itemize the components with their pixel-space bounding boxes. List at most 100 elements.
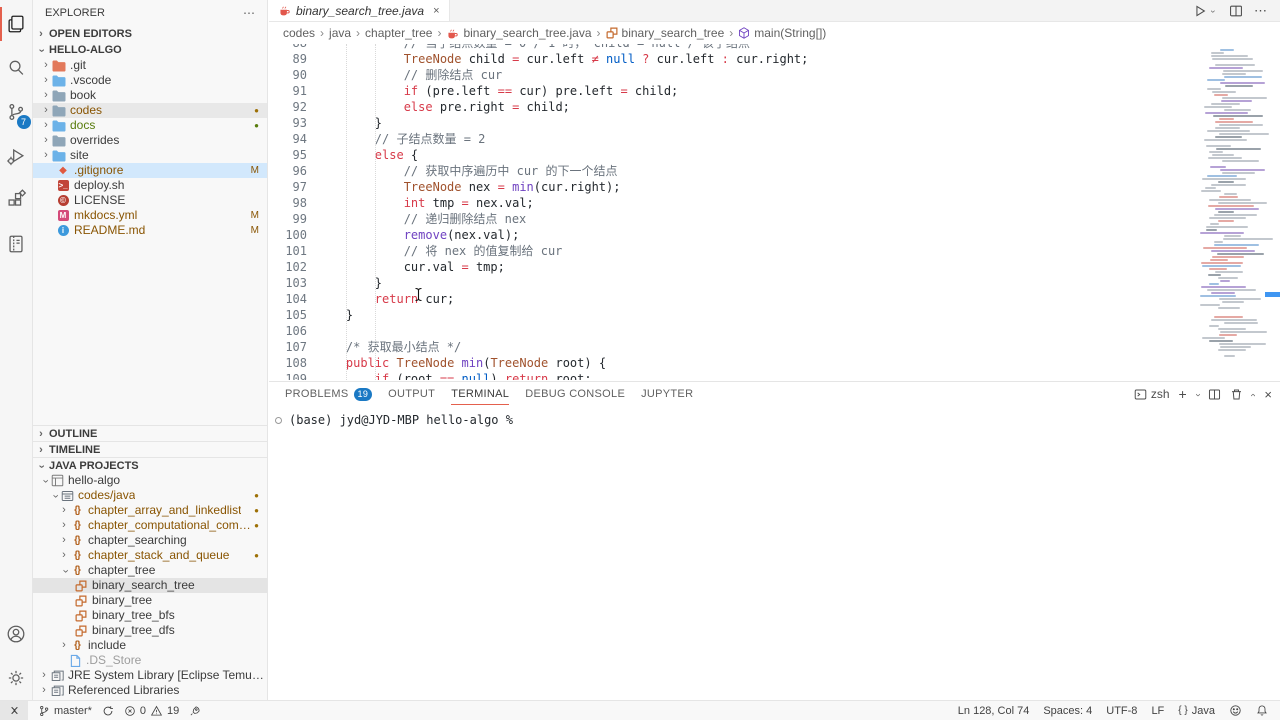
- remote-indicator[interactable]: [0, 701, 28, 720]
- java-projects-item-binary-tree-bfs[interactable]: binary_tree_bfs: [33, 608, 267, 623]
- explorer-more-actions-icon[interactable]: ⋯: [243, 6, 255, 20]
- explorer-item-mkdocs-yml[interactable]: Mmkdocs.ymlM: [33, 208, 267, 223]
- indentation-status[interactable]: Spaces: 4: [1043, 705, 1092, 717]
- search-view-icon[interactable]: [0, 46, 33, 90]
- code-line[interactable]: 98 int tmp = nex.val;: [269, 195, 1280, 211]
- breadcrumb-item[interactable]: binary_search_tree.java: [446, 26, 591, 40]
- cursor-position[interactable]: Ln 128, Col 74: [958, 705, 1030, 717]
- explorer-item-site[interactable]: ›site: [33, 148, 267, 163]
- maximize-panel-chevron-icon[interactable]: ›: [1248, 393, 1259, 396]
- panel-tab-problems[interactable]: PROBLEMS19: [285, 382, 372, 406]
- launch-status[interactable]: [189, 705, 201, 717]
- notebook-view-icon[interactable]: [0, 222, 33, 266]
- terminal-content[interactable]: (base) jyd@JYD-MBP hello-algo %: [269, 406, 1280, 427]
- code-editor[interactable]: 88 // 当子结点数量 = 0 / 1 时， child = null / 该…: [269, 44, 1280, 380]
- tab-close-icon[interactable]: ×: [433, 5, 439, 17]
- run-debug-view-icon[interactable]: [0, 134, 33, 178]
- language-mode[interactable]: { } Java: [1178, 705, 1215, 717]
- panel-tab-terminal[interactable]: TERMINAL: [451, 382, 509, 406]
- code-line[interactable]: 107 /* 获取最小结点 */: [269, 339, 1280, 355]
- code-line[interactable]: 108 public TreeNode min(TreeNode root) {: [269, 355, 1280, 371]
- explorer-item-deploy-sh[interactable]: >_deploy.sh: [33, 178, 267, 193]
- explorer-item-book[interactable]: ›book: [33, 88, 267, 103]
- java-projects-item-chapter-computational-complexity[interactable]: ›{}chapter_computational_complexity●: [33, 518, 267, 533]
- code-line[interactable]: 95 else {: [269, 147, 1280, 163]
- feedback-button[interactable]: [1229, 704, 1242, 717]
- minimap[interactable]: [1192, 44, 1280, 380]
- explorer-item-license[interactable]: ©LICENSE: [33, 193, 267, 208]
- code-line[interactable]: 96 // 获取中序遍历中 cur 的下一个结点: [269, 163, 1280, 179]
- section-open-editors[interactable]: › OPEN EDITORS: [33, 26, 267, 42]
- trash-icon[interactable]: [1230, 388, 1243, 401]
- panel-tab-debug-console[interactable]: DEBUG CONSOLE: [525, 382, 625, 406]
- new-terminal-icon[interactable]: +: [1179, 386, 1187, 402]
- settings-gear-icon[interactable]: [0, 656, 33, 700]
- panel-tab-output[interactable]: OUTPUT: [388, 382, 435, 406]
- code-line[interactable]: 109 if (root == null) return root;: [269, 371, 1280, 380]
- code-line[interactable]: 93 }: [269, 115, 1280, 131]
- problems-status[interactable]: 0 19: [124, 705, 179, 717]
- code-line[interactable]: 89 TreeNode child = cur.left ≠ null ? cu…: [269, 51, 1280, 67]
- panel-tab-jupyter[interactable]: JUPYTER: [641, 382, 693, 406]
- account-icon[interactable]: [0, 612, 33, 656]
- java-projects-item-chapter-tree[interactable]: ›{}chapter_tree: [33, 563, 267, 578]
- java-projects-item-chapter-stack-and-queue[interactable]: ›{}chapter_stack_and_queue●: [33, 548, 267, 563]
- explorer-item-overrides[interactable]: ›overrides: [33, 133, 267, 148]
- java-projects-item--ds-store[interactable]: .DS_Store: [33, 653, 267, 668]
- explorer-item--vscode[interactable]: ›.vscode: [33, 73, 267, 88]
- java-projects-item-chapter-searching[interactable]: ›{}chapter_searching: [33, 533, 267, 548]
- explorer-item--git[interactable]: ›.git: [33, 58, 267, 73]
- close-panel-icon[interactable]: ×: [1264, 387, 1272, 402]
- explorer-view-icon[interactable]: [0, 2, 33, 46]
- terminal-dropdown-chevron-icon[interactable]: ›: [1192, 393, 1203, 396]
- section-timeline[interactable]: › TIMELINE: [33, 441, 267, 457]
- code-line[interactable]: 97 TreeNode nex = min(cur.right);: [269, 179, 1280, 195]
- branch-status[interactable]: master*: [38, 705, 92, 717]
- code-line[interactable]: 90 // 删除结点 cur: [269, 67, 1280, 83]
- breadcrumb-item[interactable]: chapter_tree: [365, 26, 432, 40]
- code-line[interactable]: 91 if (pre.left == cur) pre.left = child…: [269, 83, 1280, 99]
- run-dropdown-chevron-icon[interactable]: ›: [1209, 6, 1219, 16]
- code-line[interactable]: 102 cur.val = tmp;: [269, 259, 1280, 275]
- code-line[interactable]: 94 // 子结点数量 = 2: [269, 131, 1280, 147]
- split-terminal-icon[interactable]: [1208, 388, 1221, 401]
- section-java-projects[interactable]: › JAVA PROJECTS: [33, 457, 267, 473]
- breadcrumb-item[interactable]: main(String[]): [738, 26, 826, 40]
- notifications-button[interactable]: [1256, 704, 1268, 717]
- eol-status[interactable]: LF: [1151, 705, 1164, 717]
- java-projects-item-hello-algo[interactable]: ›hello-algo: [33, 473, 267, 488]
- breadcrumb-item[interactable]: codes: [283, 26, 315, 40]
- explorer-item-codes[interactable]: ›codes●: [33, 103, 267, 118]
- java-projects-item-include[interactable]: ›{}include: [33, 638, 267, 653]
- sync-status[interactable]: [102, 705, 114, 717]
- breadcrumb-item[interactable]: java: [329, 26, 351, 40]
- terminal-shell-selector[interactable]: zsh: [1134, 387, 1170, 401]
- explorer-item-readme-md[interactable]: iREADME.mdM: [33, 223, 267, 238]
- split-editor-icon[interactable]: [1229, 4, 1243, 18]
- java-projects-item-referenced-libraries[interactable]: ›Referenced Libraries: [33, 683, 267, 698]
- java-projects-item-codes-java[interactable]: ›codes/java●: [33, 488, 267, 503]
- section-outline[interactable]: › OUTLINE: [33, 425, 267, 441]
- encoding-status[interactable]: UTF-8: [1106, 705, 1137, 717]
- explorer-item-docs[interactable]: ›docs●: [33, 118, 267, 133]
- java-projects-item-jre-system-library-eclipse-temurin-17-17-[interactable]: ›JRE System Library [Eclipse Temurin 17 …: [33, 668, 267, 683]
- code-line[interactable]: 100 remove(nex.val);: [269, 227, 1280, 243]
- extensions-view-icon[interactable]: [0, 178, 33, 222]
- editor-more-actions-icon[interactable]: ⋯: [1254, 3, 1268, 19]
- java-projects-item-binary-tree-dfs[interactable]: binary_tree_dfs: [33, 623, 267, 638]
- code-line[interactable]: 92 else pre.right = child;: [269, 99, 1280, 115]
- code-line[interactable]: 88 // 当子结点数量 = 0 / 1 时， child = null / 该…: [269, 44, 1280, 51]
- tab-binary-search-tree[interactable]: binary_search_tree.java ×: [269, 0, 450, 21]
- code-line[interactable]: 99 // 递归删除结点 nex: [269, 211, 1280, 227]
- java-projects-item-binary-tree[interactable]: binary_tree: [33, 593, 267, 608]
- section-hello-algo[interactable]: › HELLO-ALGO: [33, 42, 267, 58]
- code-line[interactable]: 105 }: [269, 307, 1280, 323]
- code-line[interactable]: 106: [269, 323, 1280, 339]
- breadcrumb-item[interactable]: binary_search_tree: [606, 26, 725, 40]
- java-projects-item-chapter-array-and-linkedlist[interactable]: ›{}chapter_array_and_linkedlist●: [33, 503, 267, 518]
- java-projects-item-binary-search-tree[interactable]: binary_search_tree: [33, 578, 267, 593]
- explorer-item--gitignore[interactable]: ◆.gitignoreM: [33, 163, 267, 178]
- run-java-button[interactable]: ›: [1193, 4, 1218, 18]
- code-line[interactable]: 101 // 将 nex 的值复制给 cur: [269, 243, 1280, 259]
- source-control-view-icon[interactable]: 7: [0, 90, 33, 134]
